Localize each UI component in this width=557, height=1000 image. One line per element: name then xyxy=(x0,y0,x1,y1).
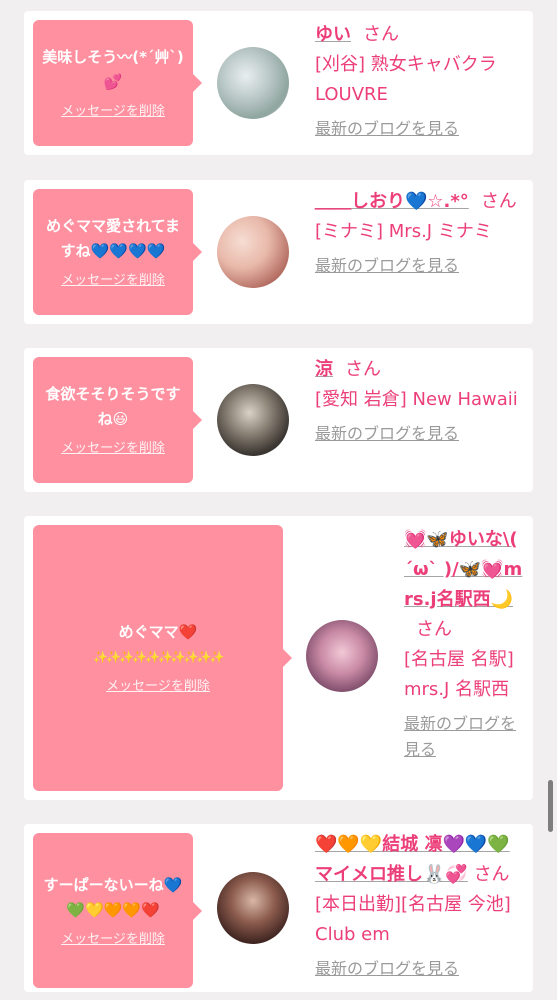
message-bubble: 美味しそう〰(*´艸`)💕 メッセージを削除 xyxy=(33,20,202,146)
message-bubble: 食欲そそりそうですね😃 メッセージを削除 xyxy=(33,357,202,483)
shop-name: [愛知 岩倉] New Hawaii xyxy=(315,389,518,410)
latest-blog-link[interactable]: 最新のブログを見る xyxy=(315,956,527,982)
sender-info: 涼さん [愛知 岩倉] New Hawaii 最新のブログを見る xyxy=(315,355,527,447)
delete-message-link[interactable]: メッセージを削除 xyxy=(61,931,165,949)
message-card: めぐママ愛されてますね💙💙💙💙 メッセージを削除 ＿＿しおり💙☆.*° さん [ミ… xyxy=(24,180,533,324)
latest-blog-link[interactable]: 最新のブログを見る xyxy=(315,421,527,447)
sender-name-link[interactable]: 涼 xyxy=(315,359,333,380)
latest-blog-link[interactable]: 最新のブログを見る xyxy=(404,711,528,763)
latest-blog-link[interactable]: 最新のブログを見る xyxy=(315,116,527,142)
avatar[interactable] xyxy=(217,47,289,119)
message-bubble: すーぱーないーね💙💚💛🧡🧡❤️ メッセージを削除 xyxy=(33,833,202,988)
sender-info: 💓🦋ゆいな\( ´ω` )/🦋💓mrs.j名駅西🌙 さん [名古屋 名駅] mrs… xyxy=(404,525,528,763)
message-text: すーぱーないーね💙💚💛🧡🧡❤️ xyxy=(43,875,183,919)
message-bubble: めぐママ愛されてますね💙💙💙💙 メッセージを削除 xyxy=(33,189,202,315)
sender-info: ゆい さん [刈谷] 熟女キャバクラLOUVRE 最新のブログを見る xyxy=(315,20,527,142)
avatar[interactable] xyxy=(217,384,289,456)
message-text: めぐママ愛されてますね💙💙💙💙 xyxy=(46,217,180,260)
honorific-suffix: さん xyxy=(416,619,452,640)
honorific-suffix: さん xyxy=(473,864,510,885)
scrollbar-thumb[interactable] xyxy=(548,780,553,832)
message-text: めぐママ❤️ xyxy=(118,623,198,641)
sender-info: ❤️🧡💛結城 凛💜💙💚マイメロ推し🐰💞 さん[本日出勤][名古屋 今池] Clu… xyxy=(315,830,527,982)
sender-name-link[interactable]: ＿＿しおり💙☆.*° xyxy=(315,191,469,212)
message-text-sparkles: ✨✨✨✨✨✨✨✨✨✨ xyxy=(93,650,224,664)
delete-message-link[interactable]: メッセージを削除 xyxy=(61,440,165,458)
message-bubble: めぐママ❤️ ✨✨✨✨✨✨✨✨✨✨ メッセージを削除 xyxy=(33,525,292,791)
sender-name-link[interactable]: 💓🦋ゆいな\( ´ω` )/🦋💓mrs.j名駅西🌙 xyxy=(404,529,522,610)
honorific-suffix: さん xyxy=(345,359,381,380)
shop-name: [名古屋 名駅] mrs.J 名駅西 xyxy=(404,649,514,700)
message-text: 食欲そそりそうですね😃 xyxy=(45,385,181,428)
shop-name: [ミナミ] Mrs.J ミナミ xyxy=(315,221,492,242)
delete-message-link[interactable]: メッセージを削除 xyxy=(61,103,165,121)
message-card: 食欲そそりそうですね😃 メッセージを削除 涼さん [愛知 岩倉] New Haw… xyxy=(24,348,533,492)
avatar[interactable] xyxy=(217,872,289,944)
message-card: 美味しそう〰(*´艸`)💕 メッセージを削除 ゆい さん [刈谷] 熟女キャバクラ… xyxy=(24,11,533,155)
message-card: めぐママ❤️ ✨✨✨✨✨✨✨✨✨✨ メッセージを削除 💓🦋ゆいな\( ´ω` )… xyxy=(24,516,533,800)
message-card: すーぱーないーね💙💚💛🧡🧡❤️ メッセージを削除 ❤️🧡💛結城 凛💜💙💚マイメロ… xyxy=(24,824,533,992)
honorific-suffix: さん xyxy=(480,191,517,212)
sender-info: ＿＿しおり💙☆.*° さん [ミナミ] Mrs.J ミナミ 最新のブログを見る xyxy=(315,187,527,279)
shop-name: [刈谷] 熟女キャバクラLOUVRE xyxy=(315,54,497,105)
delete-message-link[interactable]: メッセージを削除 xyxy=(106,678,210,696)
honorific-suffix: さん xyxy=(363,24,399,45)
shop-name: [本日出勤][名古屋 今池] Club em xyxy=(315,894,511,945)
latest-blog-link[interactable]: 最新のブログを見る xyxy=(315,253,527,279)
message-text: 美味しそう〰(*´艸`)💕 xyxy=(42,48,184,91)
sender-name-link[interactable]: ゆい xyxy=(315,24,351,45)
avatar[interactable] xyxy=(306,620,378,692)
avatar[interactable] xyxy=(217,216,289,288)
delete-message-link[interactable]: メッセージを削除 xyxy=(61,272,165,290)
